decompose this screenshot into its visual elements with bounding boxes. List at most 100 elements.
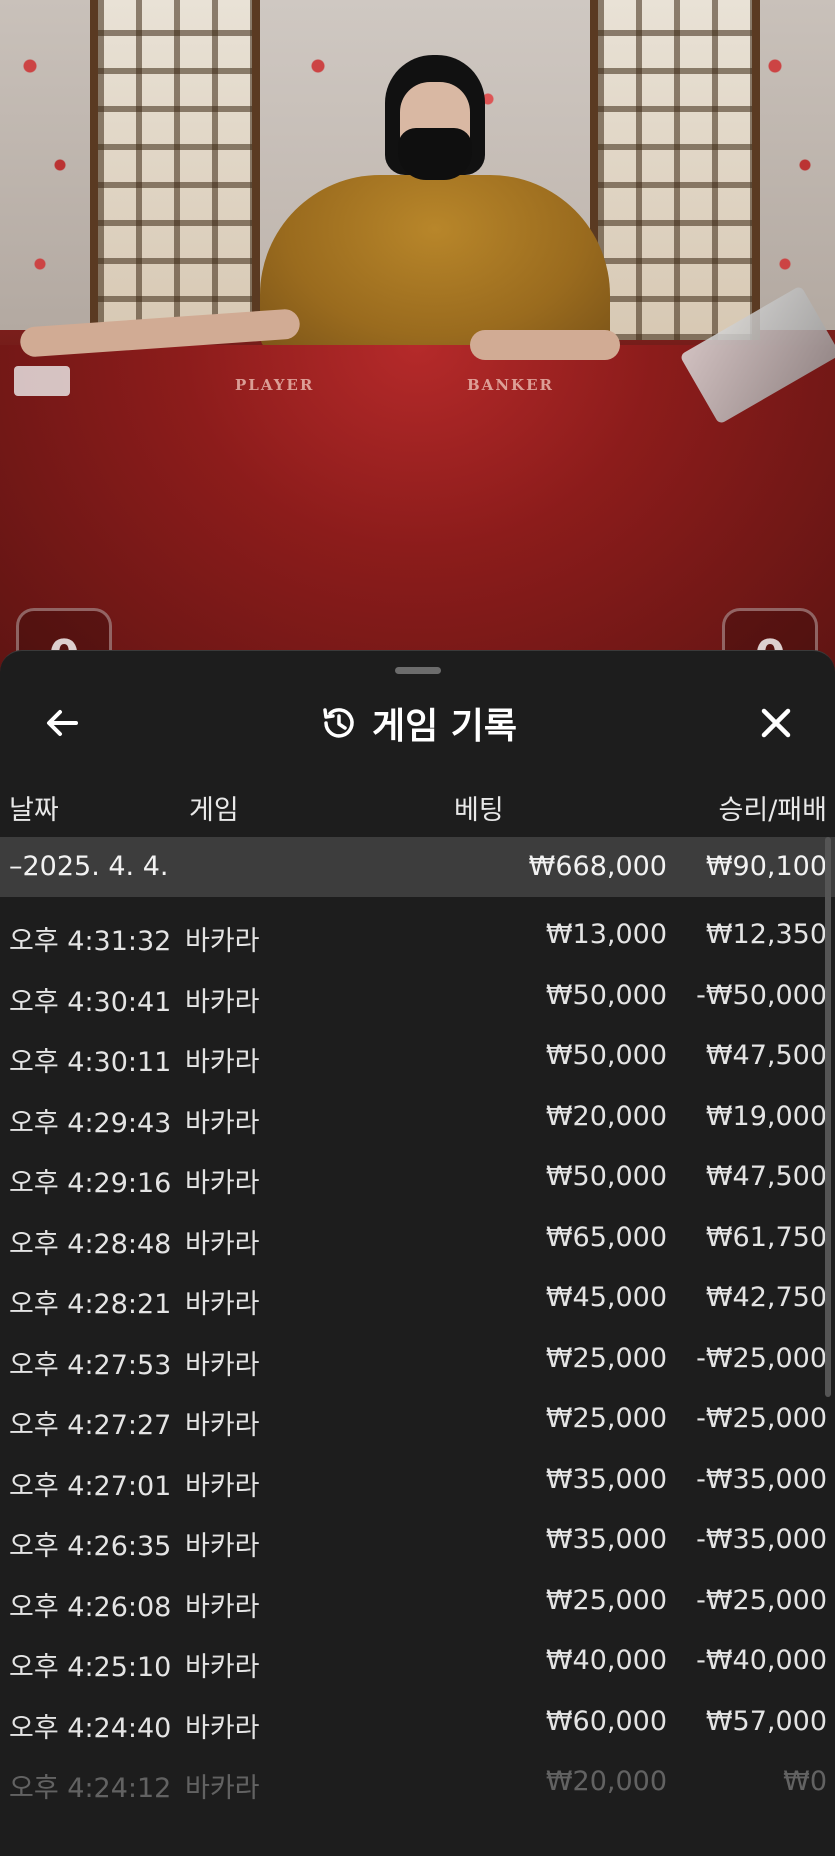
row-game: 바카라 [185, 1531, 260, 1562]
summary-date: –2025. 4. 4. [9, 851, 169, 882]
drag-handle[interactable] [395, 667, 441, 674]
row-bet: ₩20,000 [545, 1766, 667, 1797]
row-time: 오후 4:24:12 [9, 1773, 172, 1804]
row-game: 바카라 [185, 1228, 260, 1260]
game-history-sheet: 게임 기록 날짜 게임 베팅 승리/패배 –2025. 4. 4. ₩668,0… [0, 650, 835, 1856]
history-clock-icon [323, 708, 354, 738]
row-game: 바카라 [185, 1470, 260, 1502]
lattice-screen-right [590, 0, 760, 340]
summary-bet-total: ₩668,000 [528, 851, 667, 882]
table-row[interactable]: 오후 4:26:35 바카라 ₩35,000 -₩35,000 [0, 1512, 835, 1573]
row-win-loss: ₩47,500 [705, 1040, 827, 1071]
row-bet: ₩25,000 [545, 1342, 667, 1374]
row-bet: ₩50,000 [545, 1040, 667, 1071]
table-row[interactable]: 오후 4:30:11 바카라 ₩50,000 ₩47,500 [0, 1028, 835, 1089]
table-row[interactable]: 오후 4:29:43 바카라 ₩20,000 ₩19,000 [0, 1089, 835, 1150]
row-time: 오후 4:27:27 [9, 1410, 172, 1441]
row-time: 오후 4:27:53 [9, 1349, 172, 1381]
table-row[interactable]: 오후 4:28:21 바카라 ₩45,000 ₩42,750 [0, 1270, 835, 1331]
back-button[interactable] [34, 695, 90, 751]
banker-label: BANKER [467, 376, 554, 394]
row-game: 바카라 [185, 1289, 260, 1320]
row-game: 바카라 [185, 1047, 260, 1078]
lattice-screen-left [90, 0, 260, 340]
row-time: 오후 4:28:21 [9, 1289, 172, 1320]
table-row[interactable]: 오후 4:24:12 바카라 ₩20,000 ₩0 [0, 1754, 835, 1815]
table-row[interactable]: 오후 4:28:48 바카라 ₩65,000 ₩61,750 [0, 1210, 835, 1271]
row-time: 오후 4:24:40 [9, 1712, 172, 1744]
row-win-loss: ₩19,000 [705, 1100, 827, 1132]
row-win-loss: -₩35,000 [696, 1463, 827, 1495]
row-bet: ₩25,000 [545, 1403, 667, 1434]
sheet-title: 게임 기록 [371, 706, 517, 747]
row-game: 바카라 [185, 1652, 260, 1683]
row-win-loss: -₩40,000 [696, 1645, 827, 1676]
table-row[interactable]: 오후 4:25:10 바카라 ₩40,000 -₩40,000 [0, 1633, 835, 1694]
table-row[interactable]: 오후 4:26:08 바카라 ₩25,000 -₩25,000 [0, 1573, 835, 1634]
row-win-loss: ₩12,350 [705, 919, 827, 950]
row-time: 오후 4:27:01 [9, 1470, 172, 1502]
row-game: 바카라 [185, 1712, 260, 1744]
row-bet: ₩35,000 [545, 1524, 667, 1555]
close-button[interactable] [748, 695, 804, 751]
row-game: 바카라 [185, 1773, 260, 1804]
row-time: 오후 4:29:43 [9, 1107, 172, 1139]
row-win-loss: ₩0 [783, 1766, 827, 1797]
arrow-left-icon [47, 710, 78, 736]
card-stack [14, 366, 70, 396]
dealer-body [260, 175, 610, 355]
row-game: 바카라 [185, 1591, 260, 1623]
scrollbar[interactable] [825, 837, 831, 1397]
row-time: 오후 4:30:41 [9, 986, 172, 1018]
row-game: 바카라 [185, 1349, 260, 1381]
row-bet: ₩40,000 [545, 1645, 667, 1676]
column-game[interactable]: 게임 [189, 788, 239, 827]
row-win-loss: ₩61,750 [705, 1221, 827, 1253]
blossom-wall-left [0, 0, 100, 330]
live-video-feed: PLAYER BANKER 0 0 [0, 0, 835, 700]
row-time: 오후 4:26:35 [9, 1531, 172, 1562]
history-list: 오후 4:31:32 바카라 ₩13,000 ₩12,350 오후 4:30:41 바카라… [0, 907, 835, 1815]
table-row[interactable]: 오후 4:31:32 바카라 ₩13,000 ₩12,350 [0, 907, 835, 968]
row-time: 오후 4:31:32 [9, 926, 172, 957]
row-time: 오후 4:26:08 [9, 1591, 172, 1623]
column-date[interactable]: 날짜 [9, 788, 59, 827]
table-row[interactable]: 오후 4:27:01 바카라 ₩35,000 -₩35,000 [0, 1452, 835, 1513]
row-win-loss: -₩50,000 [696, 979, 827, 1011]
row-bet: ₩50,000 [545, 979, 667, 1011]
row-win-loss: -₩35,000 [696, 1524, 827, 1555]
column-bet[interactable]: 베팅 [454, 788, 504, 827]
column-win-loss[interactable]: 승리/패배 [719, 788, 827, 827]
row-bet: ₩13,000 [545, 919, 667, 950]
dealer-arm-right [470, 330, 620, 360]
table-row[interactable]: 오후 4:30:41 바카라 ₩50,000 -₩50,000 [0, 968, 835, 1029]
date-group-summary[interactable]: –2025. 4. 4. ₩668,000 ₩90,100 [0, 837, 835, 897]
table-row[interactable]: 오후 4:27:27 바카라 ₩25,000 -₩25,000 [0, 1391, 835, 1452]
row-time: 오후 4:30:11 [9, 1047, 172, 1078]
row-time: 오후 4:28:48 [9, 1228, 172, 1260]
table-header: 날짜 게임 베팅 승리/패배 [0, 771, 835, 837]
row-win-loss: -₩25,000 [696, 1584, 827, 1616]
row-game: 바카라 [185, 986, 260, 1018]
row-game: 바카라 [185, 1168, 260, 1199]
table-row[interactable]: 오후 4:27:53 바카라 ₩25,000 -₩25,000 [0, 1331, 835, 1392]
row-bet: ₩60,000 [545, 1705, 667, 1737]
row-bet: ₩20,000 [545, 1100, 667, 1132]
row-win-loss: ₩57,000 [705, 1705, 827, 1737]
row-time: 오후 4:29:16 [9, 1168, 172, 1199]
row-bet: ₩35,000 [545, 1463, 667, 1495]
row-win-loss: -₩25,000 [696, 1342, 827, 1374]
row-bet: ₩45,000 [545, 1282, 667, 1313]
row-bet: ₩25,000 [545, 1584, 667, 1616]
row-game: 바카라 [185, 1410, 260, 1441]
row-game: 바카라 [185, 926, 260, 957]
summary-win-loss-total: ₩90,100 [705, 851, 827, 882]
row-win-loss: ₩42,750 [705, 1282, 827, 1313]
row-bet: ₩65,000 [545, 1221, 667, 1253]
row-win-loss: -₩25,000 [696, 1403, 827, 1434]
table-row[interactable]: 오후 4:24:40 바카라 ₩60,000 ₩57,000 [0, 1694, 835, 1755]
table-row[interactable]: 오후 4:29:16 바카라 ₩50,000 ₩47,500 [0, 1149, 835, 1210]
player-label: PLAYER [235, 376, 315, 394]
row-game: 바카라 [185, 1107, 260, 1139]
row-time: 오후 4:25:10 [9, 1652, 172, 1683]
